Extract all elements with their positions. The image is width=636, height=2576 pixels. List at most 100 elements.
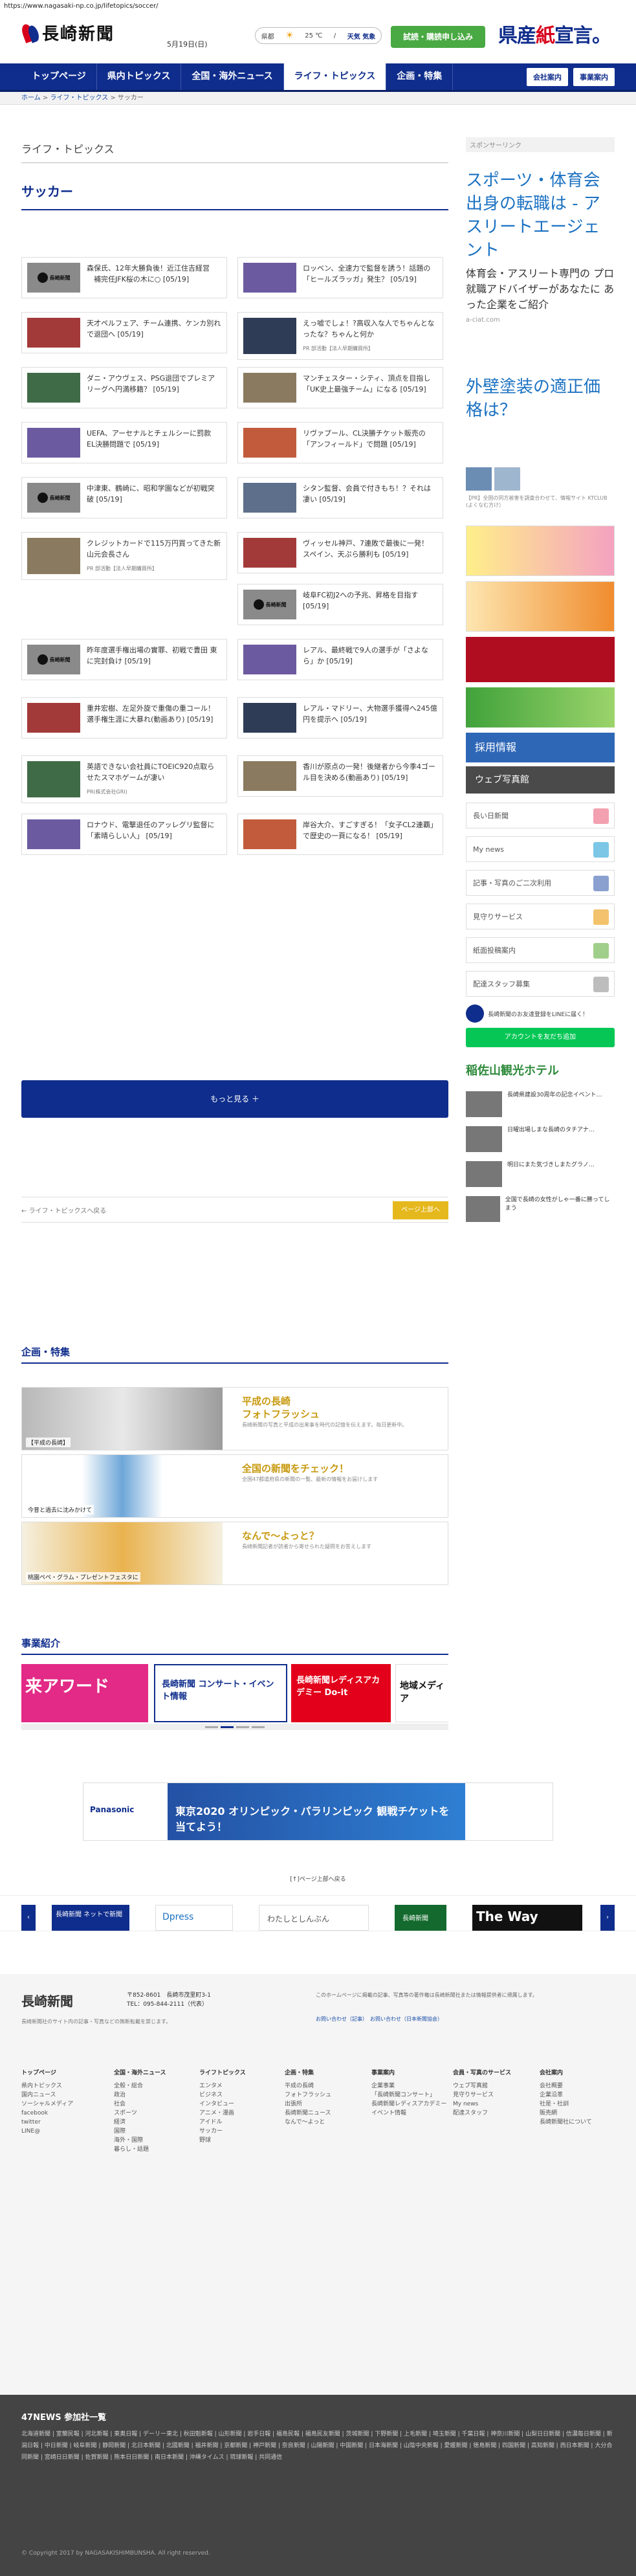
header-ad-banner[interactable]: 県産紙宣言。 (498, 22, 611, 50)
partner-banner[interactable]: Dpress (155, 1905, 233, 1931)
footer-link[interactable]: 企業事業 (371, 2082, 446, 2091)
footer-link[interactable]: アニメ・漫画 (199, 2109, 246, 2118)
recruit-banner[interactable]: 採用情報 (466, 733, 615, 762)
service-banner[interactable]: 見守りサービス (466, 904, 615, 929)
footer-link[interactable]: スポーツ (114, 2109, 166, 2118)
sponsor-ad2-title[interactable]: 外壁塗装の適正価格は？ (466, 375, 615, 422)
web-photo-banner[interactable]: ウェブ写真館 (466, 766, 615, 794)
service-banner[interactable]: 長い日新聞 (466, 803, 615, 828)
footer-link[interactable]: ウェブ写真館 (453, 2082, 511, 2091)
footer-link[interactable]: 長崎新聞レディスアカデミー (371, 2100, 446, 2109)
footer-link[interactable]: facebook (21, 2109, 73, 2118)
footer-link[interactable]: 「長崎新聞コンサート」 (371, 2091, 446, 2100)
hotel-ad[interactable]: 稲佐山観光ホテル (466, 1061, 615, 1078)
article-card[interactable]: 重井宏樹、左足外旋で重傷の重コール！選手権生涯に大暴れ(動画あり) [05/19… (21, 697, 227, 738)
feature-card[interactable]: 今昔と過去に沈みかけて 全国の新聞をチェック！ 全国47都道府県の新聞の一覧、最… (21, 1454, 448, 1518)
feature-card[interactable]: 【平成の長崎】 平成の長崎 フォトフラッシュ 長崎新聞の写真と平成の出来事を時代… (21, 1387, 448, 1450)
business-carousel[interactable]: 来アワード 長崎新聞 コンサート・イベント情報 長崎新聞レディスアカデミー Do… (21, 1664, 448, 1730)
footer-link[interactable]: 長崎新聞社について (540, 2118, 592, 2127)
breadcrumb-home[interactable]: ホーム (21, 94, 41, 102)
weather-widget[interactable]: 県都 ☀ 25 ℃ / 天気 気象 (255, 27, 382, 44)
subscribe-button[interactable]: 試読・購読申し込み (391, 26, 485, 48)
footer-links[interactable]: お問い合わせ（記事） お問い合わせ（日本新聞協会） (316, 2015, 443, 2023)
footer-link[interactable]: 見守りサービス (453, 2091, 511, 2100)
carousel-item-concert[interactable]: 長崎新聞 コンサート・イベント情報 (154, 1664, 287, 1722)
partner-banner[interactable]: 長崎新聞 ネットで新聞 (52, 1905, 129, 1931)
footer-link[interactable]: ビジネス (199, 2091, 246, 2100)
footer-link[interactable]: 政治 (114, 2091, 166, 2100)
article-card[interactable]: マンチェスター・シティ、頂点を目指し「UK史上最強チーム」になる [05/19] (237, 367, 443, 408)
campaign-banner[interactable] (466, 581, 615, 632)
footer-link[interactable]: なんで～よっと (285, 2118, 331, 2127)
feature-card[interactable]: 桃園ペペ・グラム・プレゼントフェスタに なんで〜よっと？ 長崎新聞記者が読者から… (21, 1522, 448, 1585)
article-card[interactable]: 天才ペルフェア、チーム連携、ケンカ別れで退団へ [05/19] (21, 312, 227, 353)
sponsor-ad-url[interactable]: a-ciat.com (466, 316, 615, 324)
footer-link[interactable]: 国際 (114, 2127, 166, 2136)
article-card[interactable]: リヴァプール、CL決勝チケット販売の「アンフィールド」で問題 [05/19] (237, 422, 443, 463)
footer-column-heading[interactable]: 会員・写真のサービス (453, 2069, 511, 2078)
article-card[interactable]: ダニ・アウヴェス、PSG退団でプレミアリーグへ円満移籍？ [05/19] (21, 367, 227, 408)
nav-item-top[interactable]: トップページ (21, 63, 97, 90)
concert-banner[interactable] (466, 687, 615, 727)
footer-column-heading[interactable]: 事業案内 (371, 2069, 446, 2078)
partner-banner[interactable]: The Way (472, 1905, 582, 1931)
footer-link[interactable]: 経済 (114, 2118, 166, 2127)
carousel-item-award[interactable]: 来アワード (21, 1664, 148, 1722)
article-card[interactable]: ロナウド、電撃退任のアッレグリ監督に「素晴らしい人」 [05/19] (21, 814, 227, 855)
business-info-link[interactable]: 事業案内 (573, 68, 615, 86)
line-add-button[interactable]: アカウントを友だち追加 (466, 1028, 615, 1047)
side-news-item[interactable]: 全国で長崎の女性がしゃ一番に勝ってしまう (466, 1196, 615, 1222)
article-card[interactable]: 長崎新聞 岐阜FC初J2への予兆、昇格を目指す [05/19] (237, 584, 443, 625)
carousel-prev-icon[interactable]: ‹ (21, 1905, 36, 1931)
footer-link[interactable]: My news (453, 2100, 511, 2109)
footer-link[interactable]: twitter (21, 2118, 73, 2127)
article-card[interactable]: UEFA、アーセナルとチェルシーに罰款 EL決勝問題で [05/19] (21, 422, 227, 463)
footer-link[interactable]: サッカー (199, 2127, 246, 2136)
article-card[interactable]: シタン監督、会員で付きもち！？それは凄い [05/19] (237, 477, 443, 518)
article-card[interactable]: えっ嘘でしょ！?高収入な人でちゃんとなったな？ちゃんと何か PR 部活動【法人早期… (237, 312, 443, 360)
footer-link[interactable]: アイドル (199, 2118, 246, 2127)
back-link[interactable]: ← ライフ・トピックスへ戻る (21, 1205, 106, 1215)
footer-logo[interactable]: 長崎新聞 (21, 1991, 73, 2010)
nav-item-national[interactable]: 全国・海外ニュース (181, 63, 284, 90)
partner-banner[interactable]: 長崎新聞 (395, 1905, 446, 1931)
footer-link[interactable]: 社是・社訓 (540, 2100, 592, 2109)
footer-link[interactable]: 配達スタッフ (453, 2109, 511, 2118)
carousel-next-icon[interactable]: › (600, 1905, 615, 1931)
footer-link[interactable]: 県内トピックス (21, 2082, 73, 2091)
47news-members[interactable]: 北海道新聞 | 室蘭民報 | 河北新報 | 東奥日報 | デーリー東北 | 秋田… (21, 2428, 617, 2463)
article-card[interactable]: クレジットカードで115万円買ってきた新山元会長さん PR 部活動【法人早期購買所… (21, 532, 227, 580)
article-card[interactable]: レアル・マドリー、大物選手獲得へ245億円を提示へ [05/19] (237, 697, 443, 738)
service-banner[interactable]: 紙面投稿案内 (466, 937, 615, 963)
carousel-dots[interactable] (21, 1724, 448, 1730)
footer-link[interactable]: 海外・国際 (114, 2136, 166, 2145)
article-card[interactable]: レアル、最終戦で9人の選手が「さよなら」か [05/19] (237, 639, 443, 680)
sponsor-ad2-images[interactable] (466, 467, 615, 491)
article-card[interactable]: ロッベン、全速力で監督を誘う！話題の「ヒールズラッガ」発生？ [05/19] (237, 257, 443, 298)
partner-banner[interactable]: わたしとしんぶん (259, 1905, 369, 1931)
nav-item-local[interactable]: 県内トピックス (97, 63, 182, 90)
footer-link[interactable]: 全般・総合 (114, 2082, 166, 2091)
site-logo[interactable]: 長崎新聞 (19, 21, 115, 45)
service-banner[interactable]: My news (466, 836, 615, 862)
footer-link[interactable]: インタビュー (199, 2100, 246, 2109)
service-banner[interactable]: 配達スタッフ募集 (466, 971, 615, 997)
footer-link[interactable]: 野球 (199, 2136, 246, 2145)
breadcrumb-life[interactable]: ライフ・トピックス (50, 94, 108, 102)
article-card[interactable]: 長崎新聞 中津東、鶴崎に、昭和学園などが初戦突破 [05/19] (21, 477, 227, 518)
footer-link[interactable]: 出張所 (285, 2100, 331, 2109)
footer-link[interactable]: 企業沿革 (540, 2091, 592, 2100)
footer-link[interactable]: 暮らし・話題 (114, 2145, 166, 2154)
goods-banner[interactable] (466, 637, 615, 682)
back-to-top-link[interactable]: [↑]ページ上部へ戻る (0, 1874, 636, 1883)
conan-banner[interactable] (466, 526, 615, 576)
url-bar[interactable]: https://www.nagasaki-np.co.jp/lifetopics… (0, 0, 636, 13)
footer-link[interactable]: エンタメ (199, 2082, 246, 2091)
footer-link[interactable]: 会社概要 (540, 2082, 592, 2091)
article-card[interactable]: ヴィッセル神戸、7連敗で最後に一発！ スペイン、天ぷら勝利も [05/19] (237, 532, 443, 573)
footer-column-heading[interactable]: 全国・海外ニュース (114, 2069, 166, 2078)
sponsor-ad-title[interactable]: スポーツ・体育会出身の転職は - アスリートエージェント (466, 169, 615, 262)
footer-link[interactable]: イベント情報 (371, 2109, 446, 2118)
article-card[interactable]: 長崎新聞 昨年度選手権出場の實罪、初戦で豊田 東に完封負け [05/19] (21, 639, 227, 680)
footer-link[interactable]: フォトフラッシュ (285, 2091, 331, 2100)
